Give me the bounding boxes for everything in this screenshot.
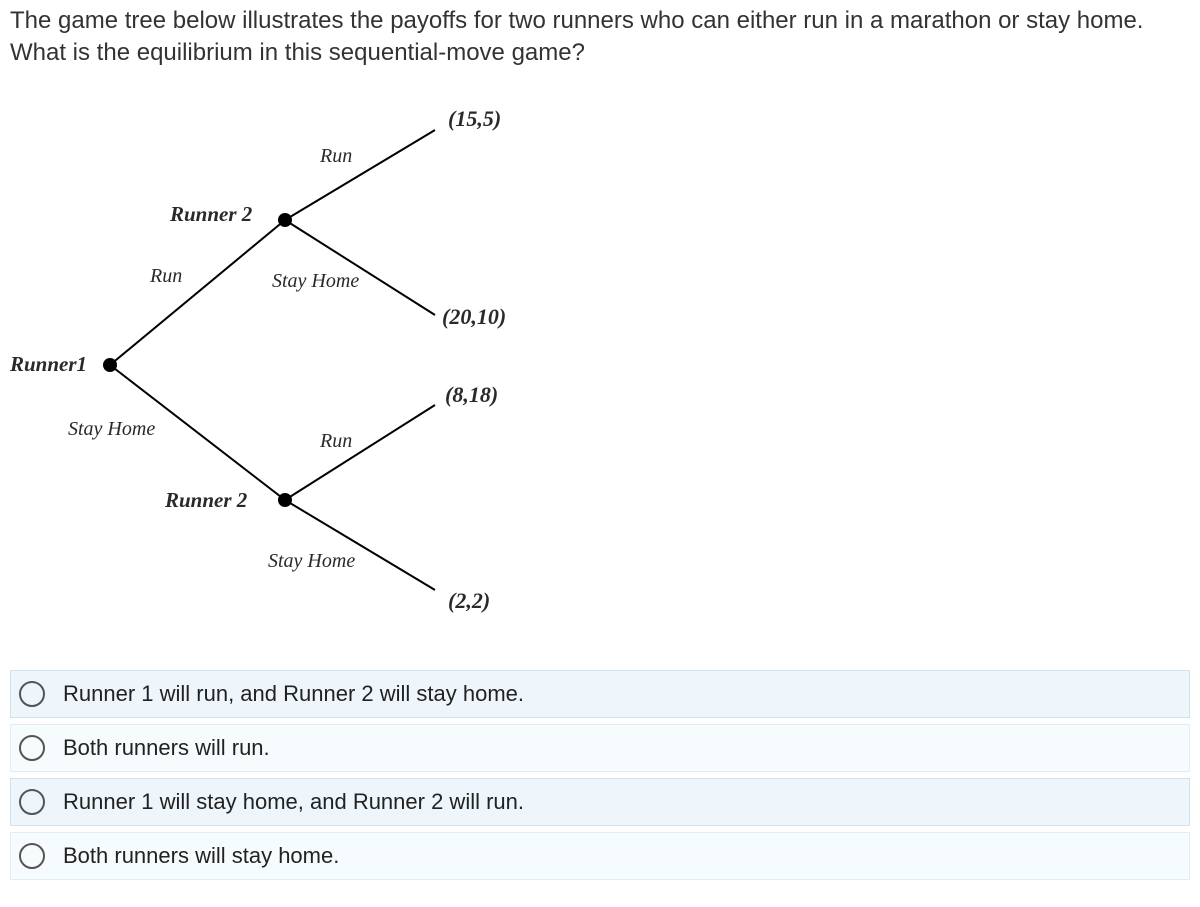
radio-icon (19, 843, 45, 869)
p2-lower-run: Run (320, 430, 352, 453)
p2-upper-stay: Stay Home (272, 270, 359, 293)
option-4[interactable]: Both runners will stay home. (10, 832, 1190, 880)
option-label: Runner 1 will stay home, and Runner 2 wi… (63, 789, 524, 815)
p2-lower-stay: Stay Home (268, 550, 355, 573)
payoff-stay-stay: (2,2) (448, 588, 490, 614)
p2-label-lower: Runner 2 (165, 488, 247, 513)
option-label: Runner 1 will run, and Runner 2 will sta… (63, 681, 524, 707)
p2-label-upper: Runner 2 (170, 202, 252, 227)
p1-action-stay: Stay Home (68, 418, 155, 441)
payoff-run-stay: (20,10) (442, 304, 506, 330)
option-3[interactable]: Runner 1 will stay home, and Runner 2 wi… (10, 778, 1190, 826)
radio-icon (19, 681, 45, 707)
radio-icon (19, 735, 45, 761)
question-text: The game tree below illustrates the payo… (10, 5, 1190, 70)
p1-action-run: Run (150, 265, 182, 288)
option-label: Both runners will stay home. (63, 843, 339, 869)
answer-options: Runner 1 will run, and Runner 2 will sta… (10, 670, 1190, 880)
option-label: Both runners will run. (63, 735, 270, 761)
game-tree-diagram: Runner1 Run Stay Home Runner 2 Runner 2 … (10, 90, 590, 630)
radio-icon (19, 789, 45, 815)
payoff-stay-run: (8,18) (445, 382, 498, 408)
option-1[interactable]: Runner 1 will run, and Runner 2 will sta… (10, 670, 1190, 718)
root-label: Runner1 (10, 352, 87, 377)
option-2[interactable]: Both runners will run. (10, 724, 1190, 772)
p2-upper-run: Run (320, 145, 352, 168)
payoff-run-run: (15,5) (448, 106, 501, 132)
